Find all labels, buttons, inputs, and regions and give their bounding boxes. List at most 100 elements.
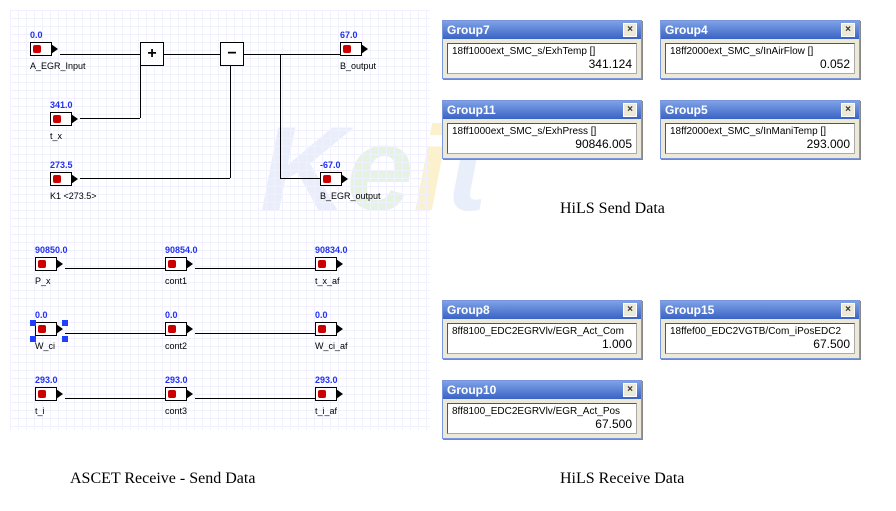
op-symbol: + xyxy=(147,45,156,63)
op-plus[interactable]: + xyxy=(140,42,164,66)
wire xyxy=(80,118,140,119)
signal-field[interactable]: 18ff1000ext_SMC_s/ExhPress [] 90846.005 xyxy=(447,123,637,154)
block-b-egr-output[interactable]: -67.0 B_EGR_output xyxy=(320,160,381,201)
block-p-x[interactable]: 90850.0 P_x xyxy=(35,245,68,286)
block-t-x[interactable]: 341.0 t_x xyxy=(50,100,73,141)
panel-titlebar[interactable]: Group4 × xyxy=(661,21,859,39)
block-value: 341.0 xyxy=(50,100,73,110)
signal-field[interactable]: 18ff2000ext_SMC_s/InManiTemp [] 293.000 xyxy=(665,123,855,154)
close-icon[interactable]: × xyxy=(841,103,855,117)
op-minus[interactable]: − xyxy=(220,42,244,66)
wire xyxy=(280,54,281,178)
panel-group4[interactable]: Group4 × 18ff2000ext_SMC_s/InAirFlow [] … xyxy=(660,20,860,79)
block-k1[interactable]: 273.5 K1 <273.5> xyxy=(50,160,97,201)
selection-handle[interactable] xyxy=(30,320,36,326)
block-label: t_x_af xyxy=(315,276,348,286)
block-b-output[interactable]: 67.0 B_output xyxy=(340,30,376,71)
block-value: 0.0 xyxy=(315,310,348,320)
block-label: cont3 xyxy=(165,406,188,416)
block-value: 293.0 xyxy=(165,375,188,385)
block-label: P_x xyxy=(35,276,68,286)
selection-handle[interactable] xyxy=(62,320,68,326)
panel-titlebar[interactable]: Group8 × xyxy=(443,301,641,319)
signal-name: 8ff8100_EDC2EGRVlv/EGR_Act_Com xyxy=(452,326,632,337)
block-value: -67.0 xyxy=(320,160,381,170)
block-value: 90850.0 xyxy=(35,245,68,255)
wire xyxy=(195,268,315,269)
close-icon[interactable]: × xyxy=(623,23,637,37)
close-icon[interactable]: × xyxy=(623,383,637,397)
selection-handle[interactable] xyxy=(62,336,68,342)
panel-group8[interactable]: Group8 × 8ff8100_EDC2EGRVlv/EGR_Act_Com … xyxy=(442,300,642,359)
ascet-diagram: 0.0 A_EGR_Input + − 67.0 B_output 341.0 … xyxy=(10,10,430,430)
panel-title: Group8 xyxy=(447,303,490,317)
panel-group7[interactable]: Group7 × 18ff1000ext_SMC_s/ExhTemp [] 34… xyxy=(442,20,642,79)
port-icon xyxy=(165,257,187,271)
panel-titlebar[interactable]: Group5 × xyxy=(661,101,859,119)
wire xyxy=(65,333,165,334)
panel-group11[interactable]: Group11 × 18ff1000ext_SMC_s/ExhPress [] … xyxy=(442,100,642,159)
wire xyxy=(60,54,140,55)
panel-group5[interactable]: Group5 × 18ff2000ext_SMC_s/InManiTemp []… xyxy=(660,100,860,159)
panel-titlebar[interactable]: Group15 × xyxy=(661,301,859,319)
signal-field[interactable]: 8ff8100_EDC2EGRVlv/EGR_Act_Com 1.000 xyxy=(447,323,637,354)
caption-hils-send: HiLS Send Data xyxy=(560,200,665,218)
port-icon xyxy=(315,257,337,271)
wire xyxy=(65,268,165,269)
signal-value: 0.052 xyxy=(670,57,850,71)
port-icon xyxy=(35,322,57,336)
signal-field[interactable]: 18ffef00_EDC2VGTB/Com_iPosEDC2 67.500 xyxy=(665,323,855,354)
panel-titlebar[interactable]: Group10 × xyxy=(443,381,641,399)
block-label: B_EGR_output xyxy=(320,191,381,201)
panel-body: 18ff2000ext_SMC_s/InManiTemp [] 293.000 xyxy=(661,119,859,158)
panel-body: 18ff1000ext_SMC_s/ExhPress [] 90846.005 xyxy=(443,119,641,158)
close-icon[interactable]: × xyxy=(841,303,855,317)
block-cont2[interactable]: 0.0 cont2 xyxy=(165,310,187,351)
port-icon xyxy=(320,172,342,186)
panel-title: Group4 xyxy=(665,23,708,37)
block-t-i-af[interactable]: 293.0 t_i_af xyxy=(315,375,338,416)
selection-handle[interactable] xyxy=(30,336,36,342)
block-cont1[interactable]: 90854.0 cont1 xyxy=(165,245,198,286)
port-icon xyxy=(50,172,72,186)
close-icon[interactable]: × xyxy=(623,103,637,117)
signal-value: 341.124 xyxy=(452,57,632,71)
panel-body: 18ffef00_EDC2VGTB/Com_iPosEDC2 67.500 xyxy=(661,319,859,358)
signal-name: 18ff2000ext_SMC_s/InManiTemp [] xyxy=(670,126,850,137)
block-w-ci-af[interactable]: 0.0 W_ci_af xyxy=(315,310,348,351)
signal-name: 18ff1000ext_SMC_s/ExhTemp [] xyxy=(452,46,632,57)
wire xyxy=(195,333,315,334)
close-icon[interactable]: × xyxy=(623,303,637,317)
panel-title: Group10 xyxy=(447,383,496,397)
port-icon xyxy=(35,257,57,271)
signal-name: 18ff1000ext_SMC_s/ExhPress [] xyxy=(452,126,632,137)
block-label: cont2 xyxy=(165,341,187,351)
port-icon xyxy=(340,42,362,56)
block-t-x-af[interactable]: 90834.0 t_x_af xyxy=(315,245,348,286)
signal-value: 1.000 xyxy=(452,337,632,351)
port-icon xyxy=(165,387,187,401)
panel-body: 8ff8100_EDC2EGRVlv/EGR_Act_Com 1.000 xyxy=(443,319,641,358)
block-cont3[interactable]: 293.0 cont3 xyxy=(165,375,188,416)
panel-title: Group7 xyxy=(447,23,490,37)
block-t-i[interactable]: 293.0 t_i xyxy=(35,375,58,416)
signal-field[interactable]: 18ff1000ext_SMC_s/ExhTemp [] 341.124 xyxy=(447,43,637,74)
panel-titlebar[interactable]: Group11 × xyxy=(443,101,641,119)
block-value: 293.0 xyxy=(35,375,58,385)
block-w-ci[interactable]: 0.0 W_ci xyxy=(35,310,57,351)
block-value: 67.0 xyxy=(340,30,376,40)
signal-name: 18ff2000ext_SMC_s/InAirFlow [] xyxy=(670,46,850,57)
panel-body: 8ff8100_EDC2EGRVlv/EGR_Act_Pos 67.500 xyxy=(443,399,641,438)
block-a-egr-input[interactable]: 0.0 A_EGR_Input xyxy=(30,30,86,71)
signal-field[interactable]: 8ff8100_EDC2EGRVlv/EGR_Act_Pos 67.500 xyxy=(447,403,637,434)
block-label: W_ci xyxy=(35,341,57,351)
block-label: t_i_af xyxy=(315,406,338,416)
op-symbol: − xyxy=(227,45,236,63)
close-icon[interactable]: × xyxy=(841,23,855,37)
block-value: 0.0 xyxy=(35,310,57,320)
wire xyxy=(65,398,165,399)
panel-titlebar[interactable]: Group7 × xyxy=(443,21,641,39)
panel-group10[interactable]: Group10 × 8ff8100_EDC2EGRVlv/EGR_Act_Pos… xyxy=(442,380,642,439)
panel-group15[interactable]: Group15 × 18ffef00_EDC2VGTB/Com_iPosEDC2… xyxy=(660,300,860,359)
signal-field[interactable]: 18ff2000ext_SMC_s/InAirFlow [] 0.052 xyxy=(665,43,855,74)
